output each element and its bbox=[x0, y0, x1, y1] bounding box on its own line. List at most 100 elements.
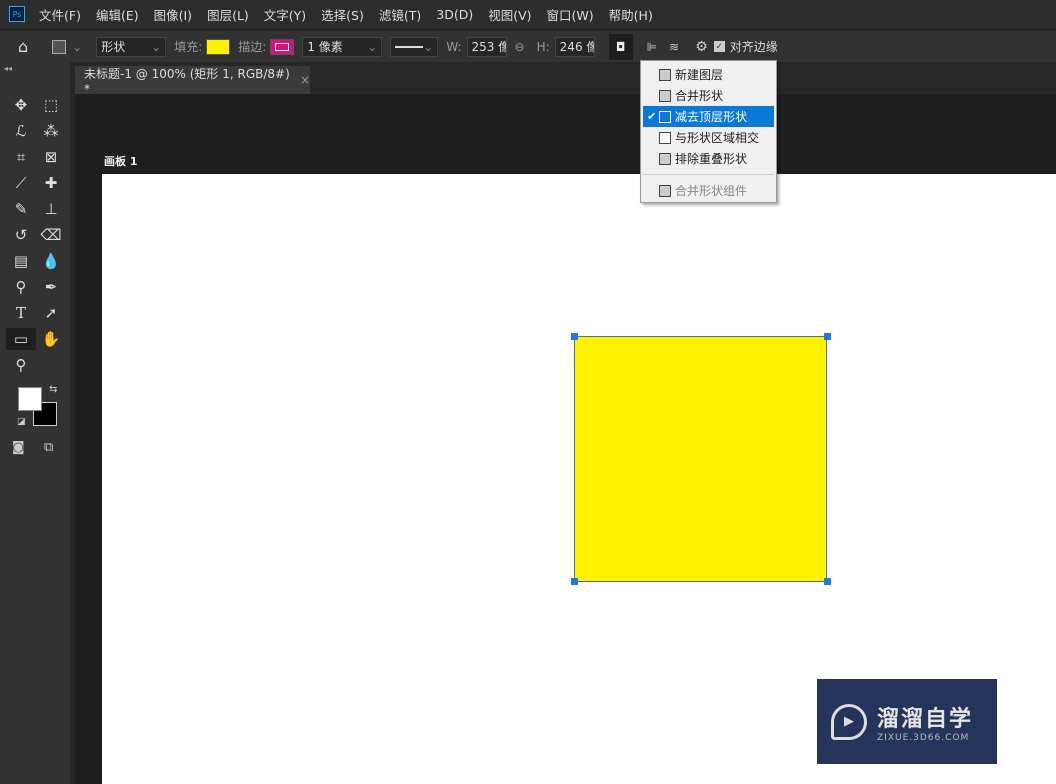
align-edges-checkbox[interactable]: ✓ bbox=[713, 41, 725, 52]
tool-preset-picker[interactable]: ⌄ bbox=[52, 39, 82, 54]
menu-item-new-layer[interactable]: 新建图层 bbox=[641, 64, 776, 85]
type-tool-icon[interactable]: T bbox=[6, 302, 36, 324]
menu-item-merge-shape-components[interactable]: 合并形状组件 bbox=[641, 180, 776, 201]
watermark: ▶ 溜溜自学 ZIXUE.3D66.COM bbox=[817, 679, 997, 764]
stroke-swatch[interactable] bbox=[270, 38, 295, 55]
menu-item-label: 合并形状组件 bbox=[675, 184, 748, 198]
exclude-overlap-icon bbox=[659, 152, 671, 165]
zoom-tool-icon[interactable]: ⚲ bbox=[6, 354, 36, 376]
menu-help[interactable]: 帮助(H) bbox=[609, 5, 653, 24]
quick-mask-icon[interactable]: ◙ bbox=[12, 440, 25, 455]
path-alignment-icon[interactable]: ⊫ bbox=[647, 40, 657, 54]
history-brush-icon[interactable]: ↺ bbox=[6, 224, 36, 246]
brush-tool-icon[interactable]: ✎ bbox=[6, 198, 36, 220]
menu-item-label: 减去顶层形状 bbox=[675, 110, 748, 124]
color-swatches[interactable]: ⇆ ◪ bbox=[17, 384, 58, 427]
subtract-shape-icon bbox=[659, 110, 671, 123]
menu-select[interactable]: 选择(S) bbox=[321, 5, 364, 24]
width-input[interactable]: 253 像素 bbox=[466, 36, 507, 57]
stroke-width-value: 1 像素 bbox=[307, 40, 343, 54]
dodge-tool-icon[interactable]: ⚲ bbox=[6, 276, 36, 298]
menu-item-label: 新建图层 bbox=[675, 68, 724, 82]
height-input[interactable]: 246 像素 bbox=[554, 36, 595, 57]
tab-bar: 未标题-1 @ 100% (矩形 1, RGB/8#) * × bbox=[75, 62, 1056, 96]
menu-item-combine-shapes[interactable]: 合并形状 bbox=[641, 85, 776, 106]
menu-bar: Ps 文件(F) 编辑(E) 图像(I) 图层(L) 文字(Y) 选择(S) 滤… bbox=[0, 0, 1056, 28]
resize-handle[interactable] bbox=[571, 578, 578, 585]
default-colors-icon[interactable]: ◪ bbox=[17, 417, 26, 427]
document-tab[interactable]: 未标题-1 @ 100% (矩形 1, RGB/8#) * × bbox=[75, 66, 310, 96]
yellow-rectangle-shape[interactable] bbox=[574, 336, 827, 582]
blur-tool-icon[interactable]: 💧 bbox=[36, 250, 66, 272]
foreground-color[interactable] bbox=[18, 387, 42, 411]
stroke-label: 描边: bbox=[238, 40, 267, 54]
stroke-width-input[interactable]: 1 像素 ⌄ bbox=[302, 36, 383, 57]
path-operations-button[interactable]: ◘ bbox=[608, 33, 633, 60]
menu-item-subtract-front-shape[interactable]: ✔ 减去顶层形状 bbox=[643, 106, 774, 127]
move-tool-icon[interactable]: ✥ bbox=[6, 94, 36, 116]
menu-file[interactable]: 文件(F) bbox=[39, 5, 81, 24]
fill-swatch[interactable] bbox=[206, 38, 231, 55]
chevron-down-icon: ⌄ bbox=[423, 39, 434, 54]
crop-tool-icon[interactable]: ⌗ bbox=[6, 146, 36, 168]
hand-tool-icon[interactable]: ✋ bbox=[36, 328, 66, 350]
menu-item-label: 排除重叠形状 bbox=[675, 152, 748, 166]
mode-select[interactable]: 形状 ⌄ bbox=[96, 36, 167, 57]
lasso-tool-icon[interactable]: ℒ bbox=[6, 120, 36, 142]
tool-grid: ✥ ⬚ ℒ ⁂ ⌗ ⊠ ⟋ ✚ ✎ ⊥ ↺ ⌫ ▤ 💧 ⚲ ✒ T ➚ ▭ ✋ … bbox=[6, 94, 66, 376]
menu-item-intersect-shapes[interactable]: 与形状区域相交 bbox=[641, 127, 776, 148]
menu-item-label: 合并形状 bbox=[675, 89, 724, 103]
menu-image[interactable]: 图像(I) bbox=[154, 5, 192, 24]
healing-brush-icon[interactable]: ✚ bbox=[36, 172, 66, 194]
magic-wand-icon[interactable]: ⁂ bbox=[36, 120, 66, 142]
fill-label: 填充: bbox=[174, 40, 203, 54]
resize-handle[interactable] bbox=[824, 578, 831, 585]
stroke-type-select[interactable]: ⌄ bbox=[390, 36, 439, 57]
path-arrangement-icon[interactable]: ≋ bbox=[669, 40, 679, 54]
marquee-tool-icon[interactable]: ⬚ bbox=[36, 94, 66, 116]
tab-title: 未标题-1 @ 100% (矩形 1, RGB/8#) * bbox=[84, 66, 290, 96]
chevron-down-icon: ⌄ bbox=[151, 39, 162, 54]
photoshop-logo: Ps bbox=[9, 6, 25, 22]
width-label: W: bbox=[446, 39, 462, 54]
new-layer-icon bbox=[659, 68, 671, 81]
stamp-tool-icon[interactable]: ⊥ bbox=[36, 198, 66, 220]
menu-view[interactable]: 视图(V) bbox=[488, 5, 531, 24]
resize-handle[interactable] bbox=[571, 333, 578, 340]
swap-colors-icon[interactable]: ⇆ bbox=[49, 384, 57, 395]
merge-components-icon bbox=[659, 184, 671, 197]
menu-window[interactable]: 窗口(W) bbox=[547, 5, 594, 24]
intersect-shapes-icon bbox=[659, 131, 671, 144]
screen-mode-icon[interactable]: ⧉ bbox=[44, 440, 53, 455]
artboard-label: 画板 1 bbox=[104, 155, 138, 168]
menu-filter[interactable]: 滤镜(T) bbox=[379, 5, 421, 24]
watermark-url: ZIXUE.3D66.COM bbox=[877, 732, 970, 743]
menu-item-exclude-overlapping[interactable]: 排除重叠形状 bbox=[641, 148, 776, 169]
gradient-tool-icon[interactable]: ▤ bbox=[6, 250, 36, 272]
path-selection-icon[interactable]: ➚ bbox=[36, 302, 66, 324]
gear-icon[interactable]: ⚙ bbox=[695, 39, 708, 55]
mode-value: 形状 bbox=[101, 40, 126, 54]
chevron-down-icon: ⌄ bbox=[367, 39, 378, 54]
link-icon[interactable]: ⊖ bbox=[515, 40, 525, 54]
play-logo-icon: ▶ bbox=[831, 703, 867, 740]
menu-separator bbox=[643, 174, 774, 175]
path-operations-menu: 新建图层 合并形状 ✔ 减去顶层形状 与形状区域相交 排除重叠形状 合并形状组件 bbox=[640, 60, 777, 203]
empty-slot bbox=[36, 354, 66, 376]
menu-edit[interactable]: 编辑(E) bbox=[96, 5, 139, 24]
rectangle-tool-icon[interactable]: ▭ bbox=[6, 328, 36, 350]
pen-tool-icon[interactable]: ✒ bbox=[36, 276, 66, 298]
eyedropper-icon[interactable]: ⟋ bbox=[6, 172, 36, 194]
frame-tool-icon[interactable]: ⊠ bbox=[36, 146, 66, 168]
menu-3d[interactable]: 3D(D) bbox=[436, 7, 473, 22]
collapse-icon[interactable]: ◂◂ bbox=[4, 64, 12, 73]
close-icon[interactable]: × bbox=[300, 73, 310, 87]
resize-handle[interactable] bbox=[824, 333, 831, 340]
menu-layer[interactable]: 图层(L) bbox=[207, 5, 249, 24]
eraser-icon[interactable]: ⌫ bbox=[36, 224, 66, 246]
menu-type[interactable]: 文字(Y) bbox=[264, 5, 306, 24]
combine-shapes-icon bbox=[659, 89, 671, 102]
menu-item-label: 与形状区域相交 bbox=[675, 131, 760, 145]
height-label: H: bbox=[536, 39, 550, 54]
home-icon[interactable]: ⌂ bbox=[18, 37, 28, 56]
